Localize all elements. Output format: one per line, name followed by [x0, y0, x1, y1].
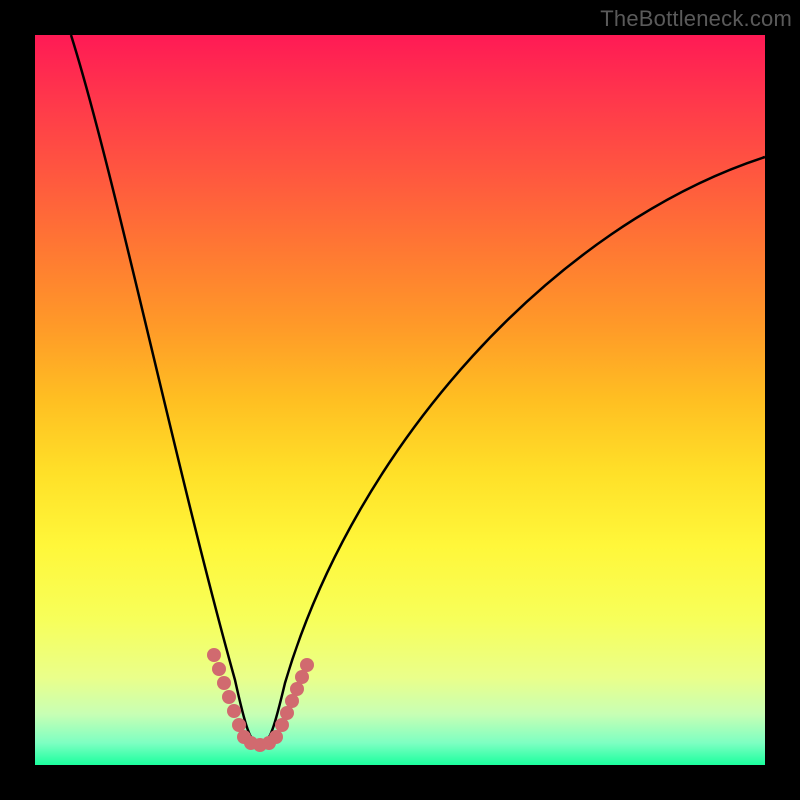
curve-path: [71, 35, 765, 747]
highlight-dot: [222, 690, 236, 704]
highlight-dot: [285, 694, 299, 708]
highlight-dot: [300, 658, 314, 672]
highlight-dot: [212, 662, 226, 676]
highlight-dot: [269, 730, 283, 744]
highlight-dot: [207, 648, 221, 662]
bottleneck-curve: [35, 35, 765, 765]
highlight-dot: [217, 676, 231, 690]
watermark-text: TheBottleneck.com: [600, 6, 792, 32]
plot-area: [35, 35, 765, 765]
highlight-dot: [290, 682, 304, 696]
highlight-dot: [275, 718, 289, 732]
highlight-dot: [227, 704, 241, 718]
highlight-dot: [280, 706, 294, 720]
chart-frame: TheBottleneck.com: [0, 0, 800, 800]
highlight-dot: [295, 670, 309, 684]
